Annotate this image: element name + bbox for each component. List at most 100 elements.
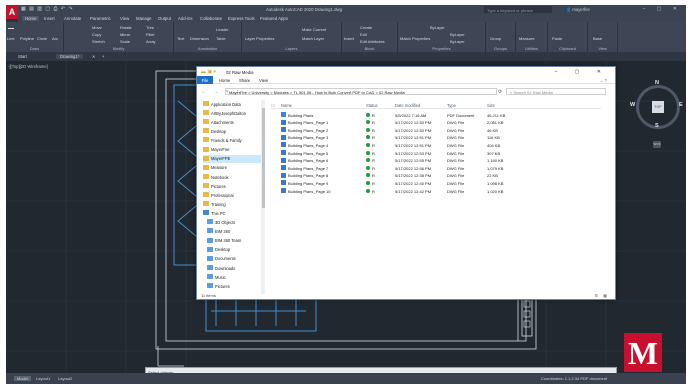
- panel-label-draw[interactable]: Draw: [6, 46, 63, 51]
- panel-label-view[interactable]: View: [588, 46, 617, 51]
- tab-view[interactable]: View: [120, 16, 129, 21]
- file-row[interactable]: Building Plans_Page 2 R 5/17/2022 12:50 PM…: [271, 126, 601, 133]
- tab-featured-apps[interactable]: Featured Apps: [260, 16, 288, 21]
- nav-item[interactable]: Pictures: [203, 282, 261, 290]
- tab-parametric[interactable]: Parametric: [90, 16, 111, 21]
- tab-manage[interactable]: Manage: [136, 16, 152, 21]
- file-row[interactable]: Building Plans_Page 4 R 5/17/2022 12:51 PM…: [271, 141, 601, 148]
- file-row[interactable]: Building Plans_Page 7 R 5/17/2022 12:56 PM…: [271, 164, 601, 171]
- address-bar[interactable]: MayerFire > University > Modules > TL.50…: [225, 88, 497, 95]
- file-row[interactable]: Building Plans_Page 6 R 5/17/2022 12:55 PM…: [271, 157, 601, 164]
- panel-label-annotation[interactable]: Annotation: [174, 46, 241, 51]
- move-button[interactable]: Move: [92, 25, 102, 30]
- expand-ribbon-icon[interactable]: ⌄ ?: [600, 78, 607, 83]
- panel-label-modify[interactable]: Modify: [64, 46, 173, 51]
- nav-item[interactable]: Application Data: [203, 100, 261, 108]
- linetype-dropdown[interactable]: ByLayer: [450, 32, 465, 37]
- nav-item[interactable]: BIM 360: [203, 227, 261, 235]
- tab-layout2[interactable]: Layout2: [58, 376, 72, 381]
- tab-model[interactable]: Model: [14, 376, 31, 381]
- tab-file[interactable]: File: [197, 76, 213, 84]
- compass-south[interactable]: S: [655, 123, 659, 129]
- nav-item[interactable]: Desktop: [203, 246, 261, 254]
- compass-east[interactable]: E: [679, 102, 683, 108]
- column-size[interactable]: Size: [487, 103, 495, 108]
- panel-label-groups[interactable]: Groups: [486, 46, 515, 51]
- user-account[interactable]: 👤 mayerfire: [566, 7, 590, 13]
- file-row[interactable]: Building Plans_Page 8 R 5/17/2022 12:38 PM…: [271, 172, 601, 179]
- tab-output[interactable]: Output: [158, 16, 171, 21]
- tab-explorer-view[interactable]: View: [259, 78, 268, 83]
- navigation-scrollbar[interactable]: [261, 100, 265, 294]
- nav-item[interactable]: Attachments: [203, 118, 261, 126]
- compass-north[interactable]: N: [655, 80, 659, 86]
- column-name[interactable]: Name: [281, 103, 292, 108]
- tab-express-tools[interactable]: Express Tools: [228, 16, 255, 21]
- array-button[interactable]: Array: [146, 39, 156, 44]
- nav-item[interactable]: Documents: [203, 255, 261, 263]
- tab-drawing1[interactable]: Drawing1*: [56, 54, 84, 59]
- nav-item[interactable]: MayerFire: [203, 146, 261, 154]
- arc-button[interactable]: Arc: [52, 36, 58, 41]
- viewcube-top-face[interactable]: TOP: [652, 101, 664, 113]
- measure-button[interactable]: Measure: [519, 36, 535, 41]
- panel-label-properties[interactable]: Properties: [398, 46, 485, 51]
- tab-addins[interactable]: Add-ins: [178, 16, 193, 21]
- nav-item[interactable]: Notebook: [203, 173, 261, 181]
- tab-home[interactable]: Home: [22, 15, 40, 21]
- nav-item[interactable]: Friends & Family: [203, 136, 261, 144]
- dimension-button[interactable]: Dimension: [190, 36, 209, 41]
- new-tab-icon[interactable]: +: [102, 54, 104, 59]
- tab-collaborate[interactable]: Collaborate: [200, 16, 222, 21]
- scale-button[interactable]: Scale: [120, 39, 130, 44]
- create-button[interactable]: Create: [360, 25, 372, 30]
- stretch-button[interactable]: Stretch: [92, 39, 105, 44]
- leader-button[interactable]: Leader: [216, 27, 228, 32]
- match-properties-button[interactable]: Match Properties: [400, 36, 430, 41]
- file-row[interactable]: Building Plans R 5/5/2022 7:16 AM PDF Docum…: [271, 111, 601, 118]
- nav-item[interactable]: Training: [203, 200, 261, 208]
- table-button[interactable]: Table: [216, 36, 226, 41]
- layer-properties-button[interactable]: Layer Properties: [245, 36, 274, 41]
- file-row[interactable]: Building Plans_Page 10 R 5/17/2022 12:42 P…: [271, 187, 601, 194]
- nav-item[interactable]: Desktop: [203, 127, 261, 135]
- nav-item[interactable]: 3D Objects: [203, 218, 261, 226]
- text-button[interactable]: Text: [177, 36, 184, 41]
- quick-access-toolbar[interactable]: ▦ ▤ ▥ ▢ ⎙ ↶ ↷: [21, 6, 74, 12]
- edit-attributes-button[interactable]: Edit Attributes: [360, 39, 385, 44]
- polyline-button[interactable]: Polyline: [20, 36, 34, 41]
- nav-item[interactable]: ArtByJosephDalton: [203, 109, 261, 117]
- match-layer-button[interactable]: Match Layer: [302, 36, 324, 41]
- nav-item[interactable]: Music: [203, 273, 261, 281]
- file-row[interactable]: Building Plans_Page 3 R 5/17/2022 12:51 PM…: [271, 134, 601, 141]
- tab-explorer-home[interactable]: Home: [219, 78, 230, 83]
- view-mode-icons[interactable]: ☰ ▦: [595, 293, 609, 298]
- nav-item[interactable]: Measure: [203, 164, 261, 172]
- line-icon[interactable]: [8, 26, 15, 31]
- nav-item[interactable]: Professional: [203, 191, 261, 199]
- group-button[interactable]: Group: [490, 36, 501, 41]
- circle-button[interactable]: Circle: [37, 36, 47, 41]
- nav-item[interactable]: MayerFPE: [203, 154, 261, 163]
- autocad-logo-icon[interactable]: A: [6, 5, 18, 19]
- nav-item[interactable]: This PC: [203, 209, 261, 217]
- tab-insert[interactable]: Insert: [44, 16, 55, 21]
- tab-start[interactable]: Start: [18, 54, 27, 59]
- panel-label-block[interactable]: Block: [342, 46, 397, 51]
- line-button[interactable]: Line: [7, 36, 15, 41]
- insert-button[interactable]: Insert: [344, 36, 354, 41]
- nav-item[interactable]: Pictures: [203, 182, 261, 190]
- file-row[interactable]: Building Plans_Page 1 R 5/17/2022 12:50 PM…: [271, 119, 601, 126]
- color-dropdown[interactable]: ByLayer: [430, 25, 445, 30]
- explorer-search-input[interactable]: ⌕ Search 02 Raw Media: [506, 88, 606, 95]
- trim-button[interactable]: Trim: [146, 25, 154, 30]
- select-all-checkbox[interactable]: ☐: [271, 103, 275, 108]
- explorer-window-controls[interactable]: – ▢ ✕: [555, 69, 609, 75]
- edit-button[interactable]: Edit: [360, 32, 367, 37]
- window-controls[interactable]: – ▢ ✕: [643, 6, 682, 12]
- column-date-modified[interactable]: Date modified: [395, 103, 420, 108]
- close-icon[interactable]: ✕: [92, 54, 96, 59]
- column-type[interactable]: Type: [447, 103, 456, 108]
- file-row[interactable]: Building Plans_Page 5 R 5/17/2022 12:53 PM…: [271, 149, 601, 156]
- rotate-button[interactable]: Rotate: [120, 25, 132, 30]
